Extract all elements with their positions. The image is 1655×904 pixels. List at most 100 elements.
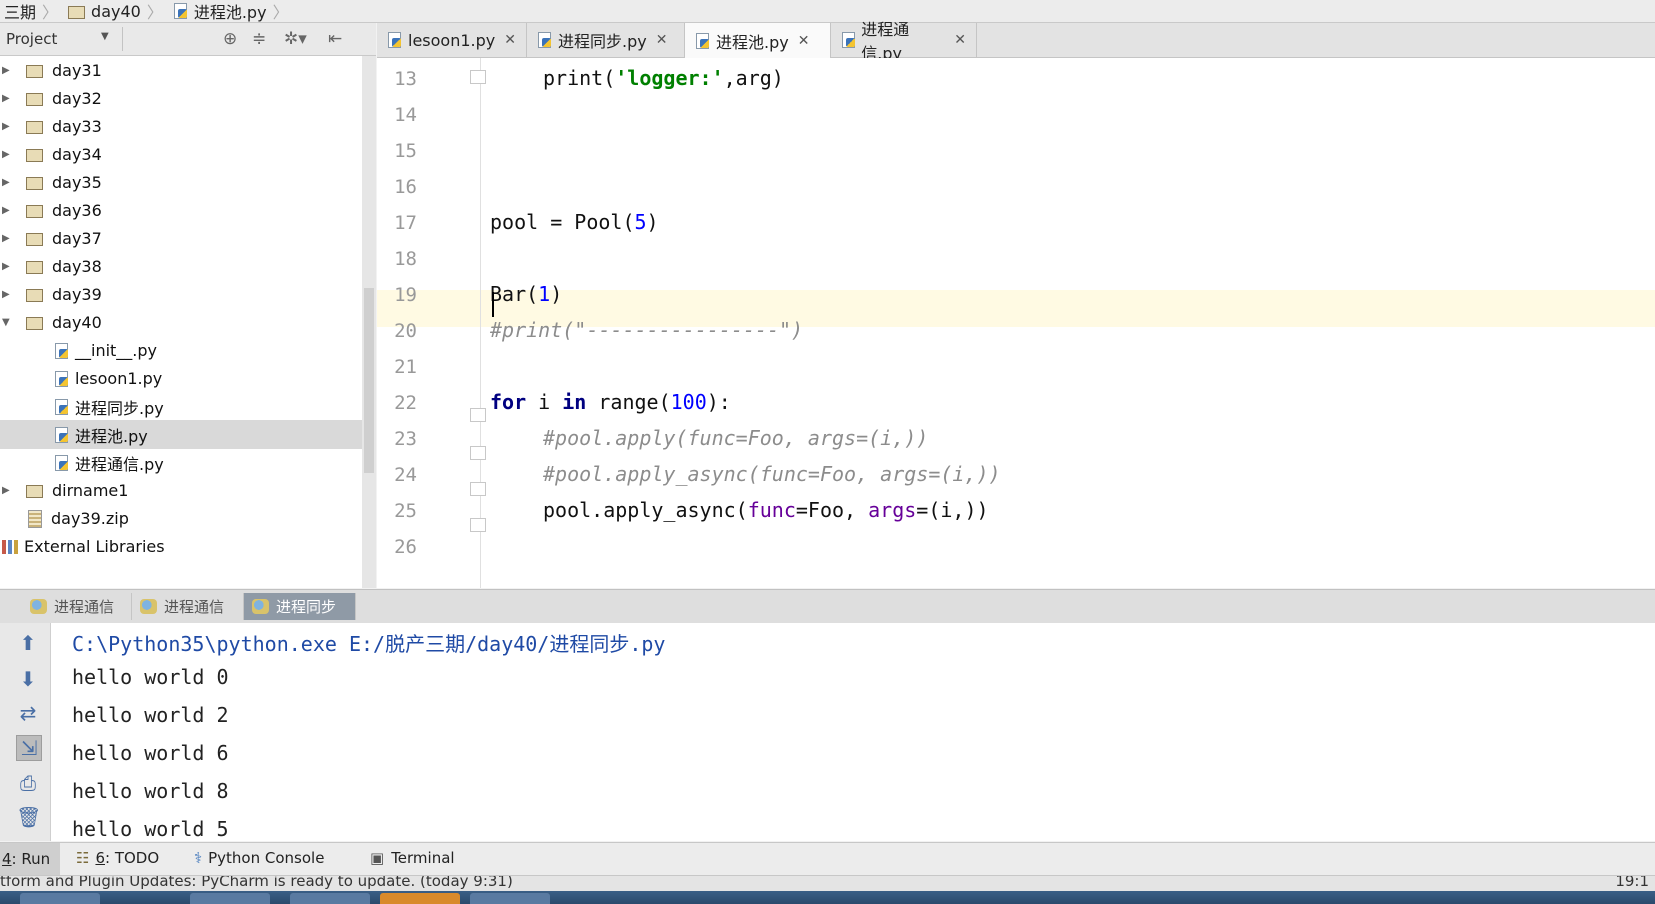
code-line[interactable]: Bar(1) — [490, 282, 562, 306]
tool-terminal[interactable]: ▣ Terminal — [370, 849, 455, 867]
run-tab-sync[interactable]: 进程同步 — [244, 593, 356, 620]
fold-marker-icon[interactable] — [470, 70, 486, 84]
tree-item-day35[interactable]: ▶ day35 — [0, 168, 362, 197]
tree-item-lesoon1-py[interactable]: lesoon1.py — [0, 364, 362, 393]
folder-icon — [26, 233, 43, 246]
tree-scrollbar-thumb[interactable] — [364, 288, 374, 473]
expand-arrow-icon[interactable]: ▶ — [2, 177, 10, 188]
console-line: hello world 6 — [72, 741, 229, 765]
project-view-selector[interactable]: Project — [6, 30, 57, 48]
gear-icon[interactable]: ✲▾ — [284, 29, 307, 49]
folder-icon — [26, 205, 43, 218]
tree-item-day37[interactable]: ▶ day37 — [0, 224, 362, 253]
tree-item-external-libraries[interactable]: External Libraries — [0, 532, 362, 561]
folder-icon — [26, 289, 43, 302]
code-line[interactable]: pool.apply_async(func=Foo, args=(i,)) — [543, 498, 989, 522]
code-line[interactable]: for i in range(100): — [490, 390, 731, 414]
expand-arrow-icon[interactable]: ▶ — [2, 261, 10, 272]
wrap-icon[interactable]: ⇄ — [16, 701, 40, 725]
python-file-icon — [54, 398, 68, 415]
tool-run[interactable]: 4: Run — [0, 843, 61, 875]
line-number: 20 — [394, 320, 417, 342]
project-tree: ▶ day31 ▶ day32 ▶ day33 ▶ day34 ▶ day35 ▶ day3… — [0, 56, 362, 588]
fold-marker-icon[interactable] — [470, 408, 486, 422]
code-line[interactable]: #pool.apply_async(func=Foo, args=(i,)) — [543, 462, 1001, 486]
tree-item-day38[interactable]: ▶ day38 — [0, 252, 362, 281]
taskbar-button[interactable] — [470, 893, 550, 904]
tree-item-day34[interactable]: ▶ day34 — [0, 140, 362, 169]
tree-item-day39[interactable]: ▶ day39 — [0, 280, 362, 309]
collapse-icon[interactable]: ≑ — [252, 29, 266, 49]
status-message[interactable]: tform and Plugin Updates: PyCharm is rea… — [0, 876, 513, 890]
collapse-arrow-icon[interactable]: ▼ — [2, 317, 10, 328]
expand-arrow-icon[interactable]: ▶ — [2, 121, 10, 132]
run-tab-comm-2[interactable]: 进程通信 — [132, 593, 244, 620]
python-file-icon — [54, 426, 68, 443]
tab-lesoon1-py[interactable]: lesoon1.py ✕ — [377, 23, 527, 57]
python-run-icon — [30, 599, 47, 614]
text-caret — [492, 292, 494, 317]
terminal-icon: ▣ — [370, 849, 385, 867]
close-icon[interactable]: ✕ — [504, 32, 516, 48]
tree-item-day32[interactable]: ▶ day32 — [0, 84, 362, 113]
console-command-line: C:\Python35\python.exe E:/脱产三期/day40/进程同… — [72, 632, 666, 656]
expand-arrow-icon[interactable]: ▶ — [2, 93, 10, 104]
arrow-down-icon[interactable]: ⬇ — [16, 667, 40, 691]
trash-icon[interactable]: 🗑 — [16, 805, 41, 829]
tree-item-init-py[interactable]: __init__.py — [0, 336, 362, 365]
close-icon[interactable]: ✕ — [656, 32, 668, 48]
expand-arrow-icon[interactable]: ▶ — [2, 289, 10, 300]
tree-item-day36[interactable]: ▶ day36 — [0, 196, 362, 225]
breadcrumb: 三期〉 day40 〉 进程池.py 〉 — [0, 0, 1655, 23]
python-file-icon — [54, 454, 68, 471]
expand-arrow-icon[interactable]: ▶ — [2, 65, 10, 76]
taskbar-button[interactable] — [190, 893, 270, 904]
tree-item-day40[interactable]: ▼ day40 — [0, 308, 362, 337]
tree-item-comm-py[interactable]: 进程通信.py — [0, 448, 362, 477]
caret-position[interactable]: 19:1 — [1615, 876, 1649, 890]
close-icon[interactable]: ✕ — [954, 32, 966, 48]
tree-item-day39-zip[interactable]: day39.zip — [0, 504, 362, 533]
code-line[interactable]: #pool.apply(func=Foo, args=(i,)) — [543, 426, 928, 450]
line-number: 19 — [394, 284, 417, 306]
breadcrumb-item[interactable]: day40 〉 — [64, 0, 169, 22]
tool-python-console[interactable]: ⚕ Python Console — [194, 849, 324, 867]
run-tab-comm-1[interactable]: 进程通信 — [22, 593, 132, 620]
arrow-up-icon[interactable]: ⬆ — [16, 631, 40, 655]
scroll-to-end-icon[interactable]: ⇲ — [16, 735, 42, 761]
code-line[interactable]: #print("----------------") — [490, 318, 803, 342]
breadcrumb-item[interactable]: 进程池.py 〉 — [169, 0, 295, 22]
breadcrumb-item[interactable]: 三期〉 — [0, 0, 64, 22]
tree-item-dirname1[interactable]: ▶ dirname1 — [0, 476, 362, 505]
hide-panel-icon[interactable]: ⇤ — [328, 29, 342, 49]
fold-marker-icon[interactable] — [470, 482, 486, 496]
print-icon[interactable]: ⎙ — [16, 771, 40, 795]
line-number: 25 — [394, 500, 417, 522]
expand-arrow-icon[interactable]: ▶ — [2, 205, 10, 216]
tool-todo[interactable]: ☷ 6: TODO — [76, 849, 159, 867]
close-icon[interactable]: ✕ — [798, 33, 810, 49]
code-line[interactable]: print('logger:',arg) — [543, 66, 784, 90]
tree-item-pool-py[interactable]: 进程池.py — [0, 420, 362, 449]
tab-sync-py[interactable]: 进程同步.py ✕ — [527, 23, 685, 57]
taskbar-button[interactable] — [380, 893, 460, 904]
tree-item-day33[interactable]: ▶ day33 — [0, 112, 362, 141]
tab-pool-py[interactable]: 进程池.py ✕ — [685, 23, 831, 58]
target-icon[interactable]: ⊕ — [223, 29, 237, 49]
code-line[interactable]: pool = Pool(5) — [490, 210, 659, 234]
taskbar-button[interactable] — [20, 893, 100, 904]
fold-marker-icon[interactable] — [470, 518, 486, 532]
tree-item-sync-py[interactable]: 进程同步.py — [0, 392, 362, 421]
folder-icon — [68, 5, 86, 19]
tree-item-day31[interactable]: ▶ day31 — [0, 56, 362, 85]
taskbar-button[interactable] — [290, 893, 370, 904]
folder-icon — [26, 261, 43, 274]
fold-marker-icon[interactable] — [470, 446, 486, 460]
folder-icon — [26, 149, 43, 162]
expand-arrow-icon[interactable]: ▶ — [2, 149, 10, 160]
tab-comm-py[interactable]: 进程通信.py ✕ — [831, 20, 977, 63]
chevron-down-icon[interactable]: ▼ — [101, 31, 109, 42]
expand-arrow-icon[interactable]: ▶ — [2, 485, 10, 496]
expand-arrow-icon[interactable]: ▶ — [2, 233, 10, 244]
line-number: 13 — [394, 68, 417, 90]
